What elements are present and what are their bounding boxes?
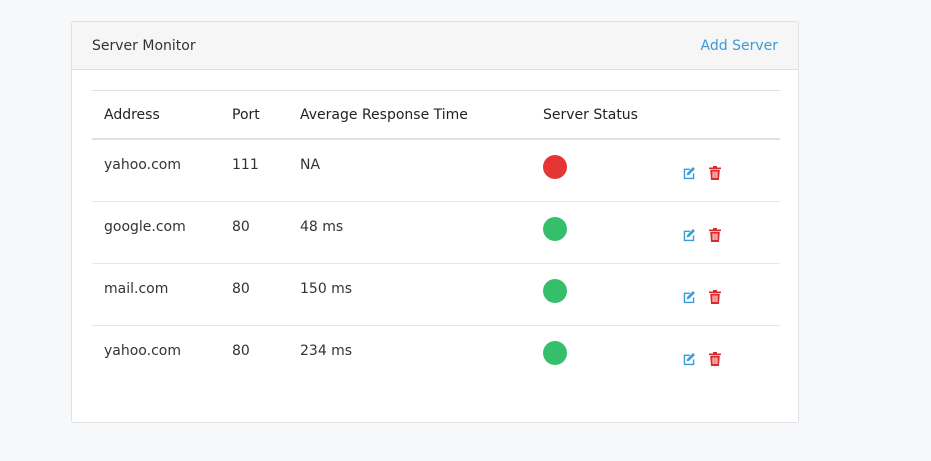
table-body: yahoo.com 111 NA google.com 80 48 ms mai… [92,139,780,387]
status-indicator [543,217,567,241]
server-table: Address Port Average Response Time Serve… [92,90,780,387]
column-header-address: Address [92,90,220,140]
trash-icon[interactable] [707,165,723,181]
column-header-status: Server Status [531,90,669,140]
row-actions [681,227,768,243]
status-indicator [543,155,567,179]
server-monitor-card: Server Monitor Add Server Address Port A… [71,21,799,423]
address-cell: yahoo.com [104,157,181,173]
address-cell: google.com [104,219,186,235]
column-header-actions [669,90,780,140]
table-row: mail.com 80 150 ms [92,263,780,326]
edit-icon[interactable] [681,351,697,367]
row-actions [681,165,768,181]
table-row: yahoo.com 80 234 ms [92,326,780,388]
response-time-cell: 48 ms [300,219,344,235]
card-title: Server Monitor [92,37,196,54]
port-cell: 80 [232,343,250,359]
edit-icon[interactable] [681,227,697,243]
server-table-wrapper: Address Port Average Response Time Serve… [92,90,780,387]
edit-icon[interactable] [681,289,697,305]
trash-icon[interactable] [707,351,723,367]
status-indicator [543,341,567,365]
port-cell: 80 [232,281,250,297]
port-cell: 111 [232,157,259,173]
status-indicator [543,279,567,303]
edit-icon[interactable] [681,165,697,181]
trash-icon[interactable] [707,227,723,243]
table-header: Address Port Average Response Time Serve… [92,90,780,140]
address-cell: yahoo.com [104,343,181,359]
column-header-port: Port [220,90,288,140]
response-time-cell: 234 ms [300,343,353,359]
port-cell: 80 [232,219,250,235]
response-time-cell: NA [300,157,321,173]
address-cell: mail.com [104,281,169,297]
add-server-button[interactable]: Add Server [701,38,778,54]
table-row: google.com 80 48 ms [92,201,780,264]
response-time-cell: 150 ms [300,281,353,297]
row-actions [681,289,768,305]
card-header: Server Monitor Add Server [72,22,798,70]
column-header-response-time: Average Response Time [288,90,531,140]
table-row: yahoo.com 111 NA [92,139,780,202]
row-actions [681,351,768,367]
trash-icon[interactable] [707,289,723,305]
